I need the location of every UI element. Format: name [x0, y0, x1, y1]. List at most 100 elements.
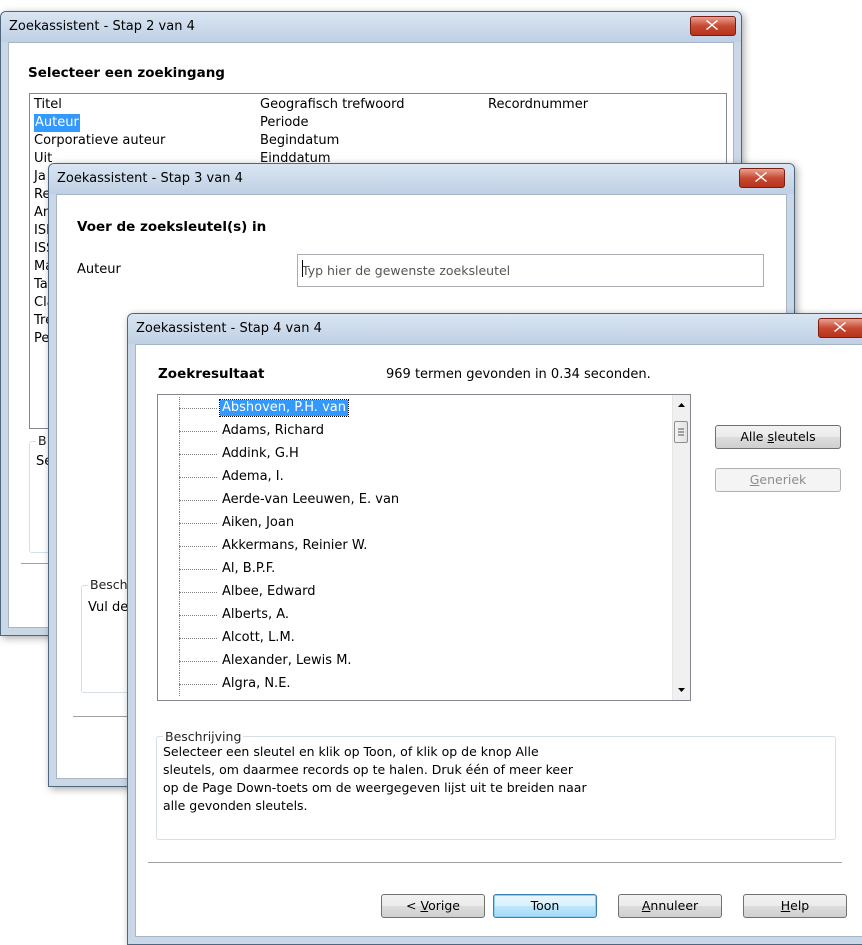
all-keys-label-post: leutels	[774, 429, 816, 444]
step3-titlebar[interactable]: Zoekassistent - Stap 3 van 4	[49, 164, 794, 194]
tree-connector-dots	[179, 454, 217, 455]
description-line: Selecteer een sleutel en klik op Toon, o…	[163, 744, 539, 759]
step2-field-item[interactable]: Periode	[260, 114, 404, 132]
result-item-label: Aiken, Joan	[222, 515, 295, 530]
cancel-label-post: nnuleer	[650, 898, 699, 913]
scroll-up-arrow-icon	[678, 403, 685, 407]
step2-field-item[interactable]: Geografisch trefwoord	[260, 96, 404, 114]
step4-client: Zoekresultaat 969 termen gevonden in 0.3…	[135, 344, 862, 937]
tree-connector-dots	[179, 546, 217, 547]
step4-results-tree[interactable]: Abshoven, P.H. van Adams, Richard Addink, …	[157, 394, 691, 701]
result-item[interactable]: Aiken, Joan	[158, 512, 673, 535]
scroll-thumb[interactable]	[674, 421, 688, 443]
step3-field-label: Auteur	[77, 262, 121, 277]
generic-label-mnemonic: G	[749, 472, 760, 487]
step4-vertical-scrollbar[interactable]	[672, 395, 690, 700]
scroll-down-arrow-icon	[678, 688, 685, 692]
step2-titlebar[interactable]: Zoekassistent - Stap 2 van 4	[1, 12, 741, 42]
result-item[interactable]: Aerde-van Leeuwen, E. van	[158, 489, 673, 512]
scroll-up-button[interactable]	[673, 397, 690, 414]
step3-group-legend: Besch	[88, 577, 130, 592]
show-label: Toon	[530, 898, 560, 913]
step2-field-item[interactable]: Begindatum	[260, 132, 404, 150]
tree-connector-dots	[179, 592, 217, 593]
result-item-label: Alberts, A.	[222, 607, 290, 622]
step3-search-key-field[interactable]	[298, 255, 763, 286]
result-item-label: Aerde-van Leeuwen, E. van	[222, 492, 400, 507]
step4-description-group: Beschrijving Selecteer een sleutel en kl…	[156, 729, 836, 840]
step3-heading: Voer de zoeksleutel(s) in	[77, 219, 267, 235]
tree-connector-dots	[179, 523, 217, 524]
help-button[interactable]: Help	[743, 894, 847, 918]
step2-list-col3: Recordnummer	[488, 96, 588, 114]
result-item-label: Adams, Richard	[222, 423, 324, 438]
step4-close-button[interactable]	[818, 318, 862, 338]
result-item[interactable]: Adams, Richard	[158, 420, 673, 443]
close-icon	[834, 322, 846, 332]
tree-connector-dots	[179, 615, 217, 616]
result-item-label: Adema, I.	[222, 469, 284, 484]
step4-window: Zoekassistent - Stap 4 van 4 Zoekresulta…	[127, 313, 862, 945]
step2-group-legend: B	[36, 433, 49, 448]
step4-title: Zoekassistent - Stap 4 van 4	[136, 321, 322, 336]
close-icon	[706, 20, 718, 30]
scroll-grip-icon	[678, 428, 684, 436]
description-line: sleutels, om daarmee records op te halen…	[163, 762, 573, 777]
help-label-post: elp	[790, 898, 810, 913]
result-item[interactable]: Albee, Edward	[158, 581, 673, 604]
step2-field-item[interactable]: Auteur	[34, 114, 80, 132]
result-item[interactable]: Alcott, L.M.	[158, 627, 673, 650]
tree-connector-dots	[179, 431, 217, 432]
step4-separator	[148, 862, 842, 864]
result-item[interactable]: Alexander, Lewis M.	[158, 650, 673, 673]
result-item-label: Addink, G.H	[222, 446, 299, 461]
step2-field-item[interactable]: Corporatieve auteur	[34, 132, 165, 150]
result-item-label: Alcott, L.M.	[222, 630, 295, 645]
result-item-label: Akkermans, Reinier W.	[222, 538, 368, 553]
step3-close-button[interactable]	[739, 168, 785, 188]
tree-connector-dots	[179, 408, 217, 409]
all-keys-button[interactable]: Alle sleutels	[715, 425, 841, 449]
result-item-label: Al, B.P.F.	[222, 561, 276, 576]
previous-label-pre: <	[406, 898, 421, 913]
result-item[interactable]: Akkermans, Reinier W.	[158, 535, 673, 558]
show-button[interactable]: Toon	[493, 894, 597, 918]
step3-search-key-input[interactable]	[297, 254, 764, 287]
result-item[interactable]: Alberts, A.	[158, 604, 673, 627]
step4-result-info: 969 termen gevonden in 0.34 seconden.	[386, 367, 651, 382]
step3-title: Zoekassistent - Stap 3 van 4	[57, 171, 243, 186]
result-item[interactable]: Addink, G.H	[158, 443, 673, 466]
step2-heading: Selecteer een zoekingang	[28, 65, 225, 81]
generic-button[interactable]: Generiek	[715, 468, 841, 492]
result-item[interactable]: Adema, I.	[158, 466, 673, 489]
step4-results-rows: Abshoven, P.H. van Adams, Richard Addink, …	[158, 395, 673, 700]
cancel-button[interactable]: Annuleer	[618, 894, 722, 918]
help-label-mnemonic: H	[780, 898, 791, 913]
result-item-label: Alexander, Lewis M.	[222, 653, 352, 668]
all-keys-label-pre: Alle	[740, 429, 768, 444]
step2-title: Zoekassistent - Stap 2 van 4	[9, 19, 195, 34]
tree-connector-dots	[179, 477, 217, 478]
generic-label-post: eneriek	[759, 472, 807, 487]
scroll-down-button[interactable]	[673, 681, 690, 698]
previous-label-post: orige	[428, 898, 460, 913]
result-item[interactable]: Al, B.P.F.	[158, 558, 673, 581]
previous-label-mnemonic: V	[420, 898, 429, 913]
step2-list-col2: Geografisch trefwoord Periode Begindatum Ei…	[260, 96, 404, 168]
result-item-label: Algra, N.E.	[222, 676, 291, 691]
result-item[interactable]: Abshoven, P.H. van	[158, 397, 673, 420]
result-item-label: Albee, Edward	[222, 584, 316, 599]
tree-connector-dots	[179, 661, 217, 662]
close-icon	[755, 172, 767, 182]
step2-close-button[interactable]	[690, 16, 736, 36]
result-item[interactable]: Algra, N.E.	[158, 673, 673, 696]
tree-connector-dots	[179, 500, 217, 501]
step4-titlebar[interactable]: Zoekassistent - Stap 4 van 4	[128, 314, 862, 344]
tree-connector-dots	[179, 638, 217, 639]
text-caret	[302, 260, 303, 277]
result-item-label: Abshoven, P.H. van	[219, 399, 349, 417]
step2-field-item[interactable]: Titel	[34, 96, 165, 114]
step4-description-text: Selecteer een sleutel en klik op Toon, o…	[163, 743, 587, 815]
step2-field-item[interactable]: Recordnummer	[488, 96, 588, 114]
previous-button[interactable]: < Vorige	[381, 894, 485, 918]
